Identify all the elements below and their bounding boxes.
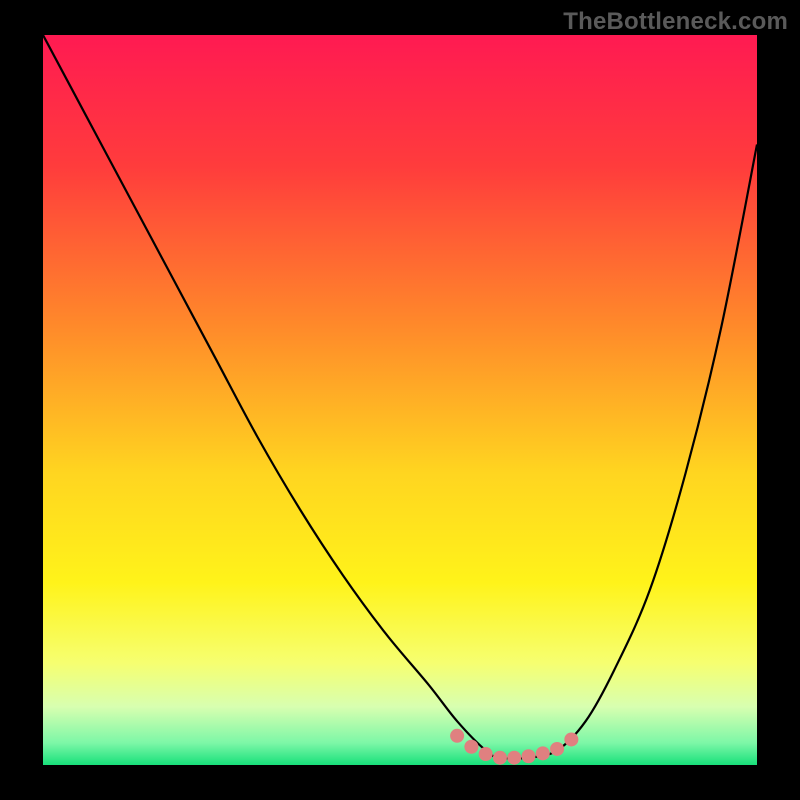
chart-svg xyxy=(0,0,800,800)
marker-dot xyxy=(479,747,493,761)
marker-dot xyxy=(450,729,464,743)
marker-dot xyxy=(464,740,478,754)
chart-frame: TheBottleneck.com xyxy=(0,0,800,800)
watermark-text: TheBottleneck.com xyxy=(563,8,788,36)
marker-dot xyxy=(493,751,507,765)
marker-dot xyxy=(564,732,578,746)
marker-dot xyxy=(507,751,521,765)
marker-dot xyxy=(536,746,550,760)
marker-dot xyxy=(550,742,564,756)
plot-background xyxy=(43,35,757,765)
marker-dot xyxy=(522,749,536,763)
